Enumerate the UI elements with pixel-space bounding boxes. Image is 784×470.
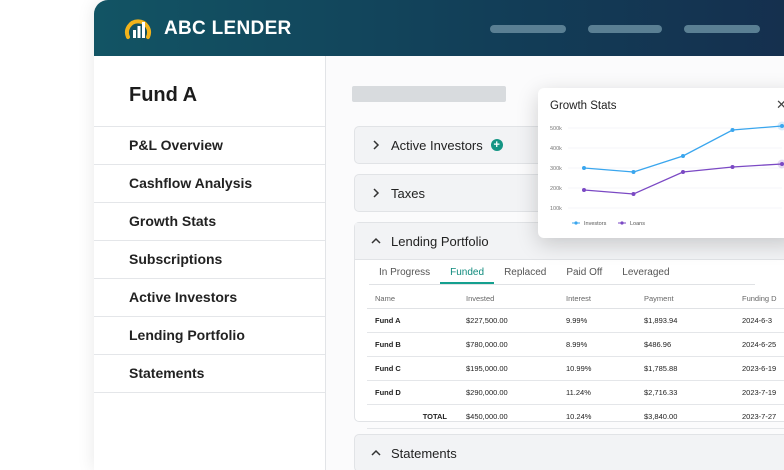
cell-name: Fund A	[367, 309, 465, 333]
cell-payment: $3,840.00	[643, 405, 741, 429]
portfolio-table: Name Invested Interest Payment Funding D…	[367, 288, 784, 429]
legend-label: Investors	[584, 221, 607, 227]
cell-name: Fund D	[367, 381, 465, 405]
page-heading-placeholder	[352, 86, 506, 102]
growth-stats-popup: Growth Stats ✕ 500k400k300k200k100kInves…	[538, 88, 784, 238]
cell-name: Fund C	[367, 357, 465, 381]
sidebar: Fund A P&L Overview Cashflow Analysis Gr…	[94, 56, 326, 470]
data-point	[780, 124, 784, 128]
nav-link-3[interactable]	[684, 25, 760, 33]
data-point	[632, 170, 636, 174]
cell-interest: 10.99%	[565, 357, 643, 381]
panel-title: Taxes	[391, 186, 425, 201]
add-icon[interactable]: +	[491, 139, 503, 151]
data-point	[632, 192, 636, 196]
brand-name: ABC LENDER	[164, 18, 292, 40]
panel-title: Statements	[391, 446, 457, 461]
sidebar-item-statements[interactable]: Statements	[94, 354, 325, 393]
nav-link-2[interactable]	[588, 25, 662, 33]
legend-label: Loans	[630, 221, 645, 227]
panel-statements[interactable]: Statements	[354, 434, 784, 470]
column-header: Payment	[643, 288, 741, 309]
cell-interest: 11.24%	[565, 381, 643, 405]
y-tick-label: 500k	[550, 126, 562, 132]
growth-chart: 500k 400k 300k 200k 100k Investors Loans	[538, 88, 784, 238]
nav-link-1[interactable]	[490, 25, 566, 33]
table-total-row: TOTAL $450,000.00 10.24% $3,840.00 2023-…	[367, 405, 784, 429]
sidebar-item-cashflow-analysis[interactable]: Cashflow Analysis	[94, 164, 325, 202]
legend-marker	[574, 221, 577, 224]
cell-payment: $2,716.33	[643, 381, 741, 405]
chevron-right-icon	[369, 138, 383, 152]
cell-name: Fund B	[367, 333, 465, 357]
fund-title: Fund A	[129, 84, 197, 107]
cell-invested: $450,000.00	[465, 405, 565, 429]
cell-funding-date: 2023-7-27	[741, 405, 784, 429]
table-row[interactable]: Fund A $227,500.00 9.99% $1,893.94 2024-…	[367, 309, 784, 333]
y-tick-label: 200k	[550, 186, 562, 192]
y-tick-label: 400k	[550, 146, 562, 152]
data-point	[681, 154, 685, 158]
data-point	[731, 128, 735, 132]
tab-funded[interactable]: Funded	[440, 264, 494, 284]
column-header: Name	[367, 288, 465, 309]
cell-payment: $1,785.88	[643, 357, 741, 381]
cell-payment: $1,893.94	[643, 309, 741, 333]
panel-title: Active Investors	[391, 138, 483, 153]
sidebar-item-pl-overview[interactable]: P&L Overview	[94, 126, 325, 164]
panel-lending-portfolio: Lending Portfolio In Progress Funded Rep…	[354, 222, 784, 422]
cell-interest: 9.99%	[565, 309, 643, 333]
column-header: Invested	[465, 288, 565, 309]
data-point	[681, 170, 685, 174]
cell-funding-date: 2023-7-19	[741, 381, 784, 405]
data-point	[582, 166, 586, 170]
cell-funding-date: 2023-6-19	[741, 357, 784, 381]
sidebar-item-lending-portfolio[interactable]: Lending Portfolio	[94, 316, 325, 354]
cell-total-label: TOTAL	[367, 405, 465, 429]
data-point	[731, 165, 735, 169]
cell-invested: $780,000.00	[465, 333, 565, 357]
series-line-investors	[584, 126, 782, 172]
cell-funding-date: 2024-6-3	[741, 309, 784, 333]
data-point	[780, 162, 784, 166]
sidebar-item-subscriptions[interactable]: Subscriptions	[94, 240, 325, 278]
chevron-right-icon	[369, 186, 383, 200]
tab-paid-off[interactable]: Paid Off	[556, 264, 612, 284]
cell-invested: $195,000.00	[465, 357, 565, 381]
cell-interest: 8.99%	[565, 333, 643, 357]
table-row[interactable]: Fund B $780,000.00 8.99% $486.96 2024-6-…	[367, 333, 784, 357]
tab-leveraged[interactable]: Leveraged	[612, 264, 679, 284]
top-bar: ABC LENDER	[94, 0, 784, 56]
table-row[interactable]: Fund D $290,000.00 11.24% $2,716.33 2023…	[367, 381, 784, 405]
cell-payment: $486.96	[643, 333, 741, 357]
series-line-loans	[584, 164, 782, 194]
chevron-up-icon	[369, 446, 383, 460]
cell-funding-date: 2024-6-25	[741, 333, 784, 357]
sidebar-item-active-investors[interactable]: Active Investors	[94, 278, 325, 316]
y-tick-label: 300k	[550, 166, 562, 172]
portfolio-tabs: In Progress Funded Replaced Paid Off Lev…	[369, 264, 755, 285]
legend-marker	[620, 221, 623, 224]
y-tick-label: 100k	[550, 206, 562, 212]
cell-invested: $290,000.00	[465, 381, 565, 405]
cell-invested: $227,500.00	[465, 309, 565, 333]
panel-title: Lending Portfolio	[391, 234, 489, 249]
column-header: Funding D	[741, 288, 784, 309]
data-point	[582, 188, 586, 192]
tab-replaced[interactable]: Replaced	[494, 264, 556, 284]
table-row[interactable]: Fund C $195,000.00 10.99% $1,785.88 2023…	[367, 357, 784, 381]
sidebar-item-growth-stats[interactable]: Growth Stats	[94, 202, 325, 240]
sidebar-menu: P&L Overview Cashflow Analysis Growth St…	[94, 126, 325, 393]
tab-in-progress[interactable]: In Progress	[369, 264, 440, 284]
cell-interest: 10.24%	[565, 405, 643, 429]
column-header: Interest	[565, 288, 643, 309]
table-header-row: Name Invested Interest Payment Funding D	[367, 288, 784, 309]
logo-icon	[122, 13, 154, 45]
chevron-up-icon	[369, 234, 383, 248]
